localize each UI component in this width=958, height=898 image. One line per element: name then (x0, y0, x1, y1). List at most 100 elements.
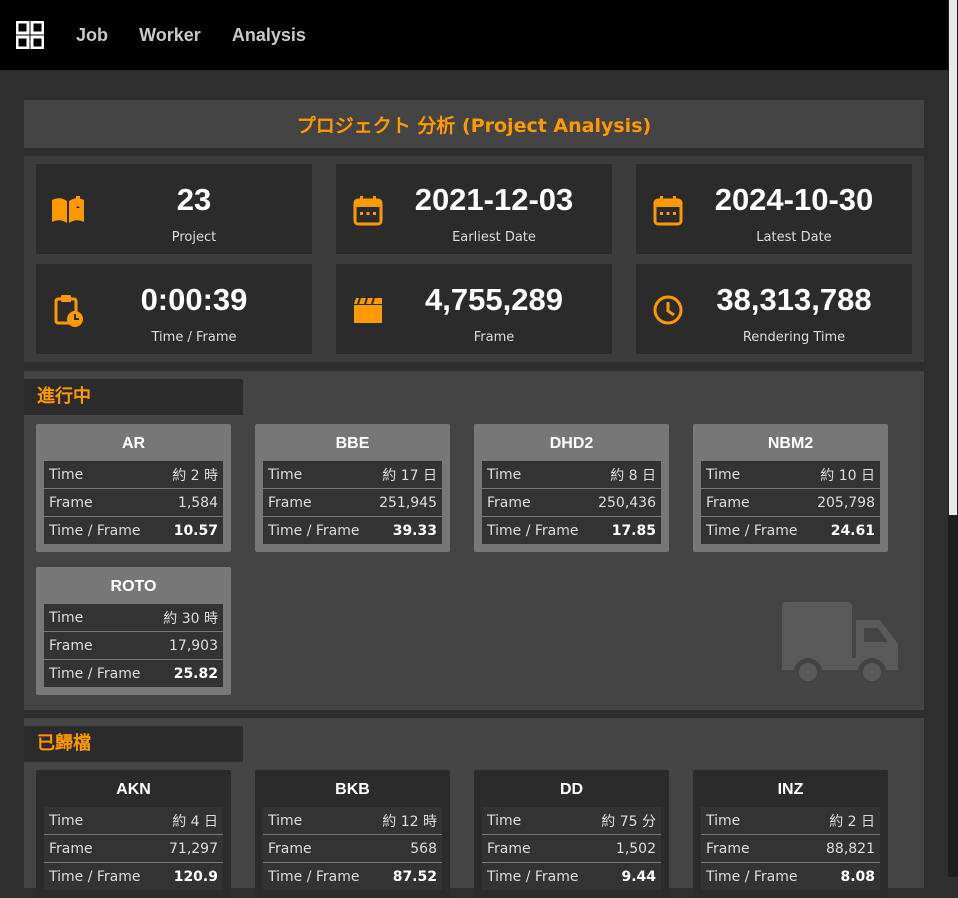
time-value: 約 2 時 (159, 461, 223, 489)
project-card[interactable]: DHD2 Time 約 8 日 Frame 250,436 Time / Frame… (474, 424, 669, 552)
stat-label: Time / Frame (151, 330, 237, 345)
project-stats-table: Time 約 30 時 Frame 17,903 Time / Frame 25.82 (44, 604, 223, 687)
time-value: 約 10 日 (808, 461, 880, 489)
tpf-value: 39.33 (392, 522, 437, 539)
stat-value: 2021-12-03 (414, 182, 574, 217)
tpf-value: 120.9 (173, 868, 218, 885)
frame-value: 71,297 (157, 834, 223, 863)
frame-value: 1,502 (591, 834, 661, 863)
stat-label: Earliest Date (452, 230, 536, 245)
time-value: 約 75 分 (591, 807, 661, 835)
row-label: Frame (263, 488, 371, 517)
time-value: 約 17 日 (370, 461, 442, 489)
grid-icon[interactable] (16, 21, 44, 49)
row-label: Time (44, 461, 160, 489)
project-card[interactable]: ROTO Time 約 30 時 Frame 17,903 Time / Frame… (36, 567, 231, 695)
stat-value: 0:00:39 (140, 282, 248, 317)
project-stats-table: Time 約 10 日 Frame 205,798 Time / Frame 24.6… (701, 461, 880, 544)
row-label: Time (482, 807, 592, 835)
stat-label: Frame (473, 330, 515, 345)
row-label: Time (44, 807, 158, 835)
frame-value: 205,798 (808, 488, 880, 517)
row-label: Frame (482, 834, 592, 863)
project-name: AKN (116, 781, 151, 798)
row-label: Time (482, 461, 590, 489)
truck-icon (780, 600, 900, 690)
project-name: AR (121, 435, 146, 452)
project-stats-table: Time 約 2 時 Frame 1,584 Time / Frame 10.57 (44, 461, 223, 544)
row-label: Frame (44, 631, 154, 660)
nav-job[interactable]: Job (76, 25, 108, 45)
frame-value: 1,584 (159, 488, 223, 517)
frame-value: 568 (372, 834, 442, 863)
row-label: Frame (482, 488, 590, 517)
project-card[interactable]: INZ Time 約 2 日 Frame 88,821 Time / Frame 8.… (693, 770, 888, 898)
row-label: Time / Frame (487, 522, 579, 539)
project-name: DD (559, 781, 584, 798)
project-name: NBM2 (767, 435, 814, 452)
stat-time-per-frame: 0:00:39 Time / Frame (36, 264, 312, 354)
scrollbar-thumb[interactable] (949, 0, 957, 515)
stats-panel: 23 Project 2021-12-03 Earliest Date 2024… (24, 156, 924, 362)
project-card[interactable]: NBM2 Time 約 10 日 Frame 205,798 Time / Fram… (693, 424, 888, 552)
nav-worker[interactable]: Worker (139, 25, 201, 45)
page-title: プロジェクト 分析 (Project Analysis) (24, 100, 924, 148)
section-title: 進行中 (24, 379, 243, 415)
frame-value: 250,436 (589, 488, 661, 517)
row-label: Frame (44, 488, 160, 517)
stat-value: 2024-10-30 (714, 182, 874, 217)
frame-value: 17,903 (153, 631, 223, 660)
project-stats-table: Time 約 17 日 Frame 251,945 Time / Frame 39.3… (263, 461, 442, 544)
project-name: INZ (777, 781, 804, 798)
tpf-value: 10.57 (173, 522, 218, 539)
stat-label: Project (171, 230, 217, 245)
section-title: 已歸檔 (24, 726, 243, 762)
scrollbar[interactable] (948, 0, 958, 877)
time-value: 約 30 時 (153, 604, 223, 632)
project-stats-table: Time 約 75 分 Frame 1,502 Time / Frame 9.44 (482, 807, 661, 890)
project-name: ROTO (110, 578, 157, 595)
frame-value: 251,945 (370, 488, 442, 517)
project-card[interactable]: BKB Time 約 12 時 Frame 568 Time / Frame 87.5… (255, 770, 450, 898)
frame-value: 88,821 (814, 834, 880, 863)
stat-project-count: 23 Project (36, 164, 312, 254)
stat-label: Rendering Time (742, 330, 846, 345)
tpf-value: 87.52 (392, 868, 437, 885)
project-card[interactable]: DD Time 約 75 分 Frame 1,502 Time / Frame 9.4… (474, 770, 669, 898)
stat-latest-date: 2024-10-30 Latest Date (636, 164, 912, 254)
project-name: BKB (335, 781, 370, 798)
nav-links: Job Worker Analysis (44, 25, 306, 46)
project-card[interactable]: BBE Time 約 17 日 Frame 251,945 Time / Frame… (255, 424, 450, 552)
stat-value: 23 (176, 182, 212, 217)
row-label: Time (263, 461, 371, 489)
stat-earliest-date: 2021-12-03 Earliest Date (336, 164, 612, 254)
tpf-value: 9.44 (621, 868, 656, 885)
row-label: Time / Frame (706, 868, 798, 885)
project-card[interactable]: AKN Time 約 4 日 Frame 71,297 Time / Frame 12… (36, 770, 231, 898)
project-name: DHD2 (549, 435, 594, 452)
project-name: BBE (335, 435, 370, 452)
row-label: Time (701, 461, 809, 489)
row-label: Time (701, 807, 815, 835)
row-label: Frame (701, 488, 809, 517)
stat-value: 38,313,788 (716, 282, 872, 317)
section-archived: 已歸檔 AKN Time 約 4 日 Frame 71,297 Time / Fra… (24, 718, 924, 898)
nav-analysis[interactable]: Analysis (232, 25, 306, 45)
time-value: 約 12 時 (372, 807, 442, 835)
row-label: Time / Frame (268, 868, 360, 885)
stat-label: Latest Date (756, 230, 832, 245)
tpf-value: 17.85 (611, 522, 656, 539)
time-value: 約 2 日 (814, 807, 880, 835)
row-label: Time / Frame (49, 522, 141, 539)
row-label: Frame (44, 834, 158, 863)
time-value: 約 8 日 (589, 461, 661, 489)
top-navbar: Job Worker Analysis (0, 0, 948, 70)
row-label: Time / Frame (268, 522, 360, 539)
stat-rendering-time: 38,313,788 Rendering Time (636, 264, 912, 354)
project-card[interactable]: AR Time 約 2 時 Frame 1,584 Time / Frame 10.5… (36, 424, 231, 552)
tpf-value: 8.08 (840, 868, 875, 885)
stat-frame-total: 4,755,289 Frame (336, 264, 612, 354)
row-label: Time / Frame (49, 868, 141, 885)
project-stats-table: Time 約 8 日 Frame 250,436 Time / Frame 17.85 (482, 461, 661, 544)
row-label: Time (44, 604, 154, 632)
